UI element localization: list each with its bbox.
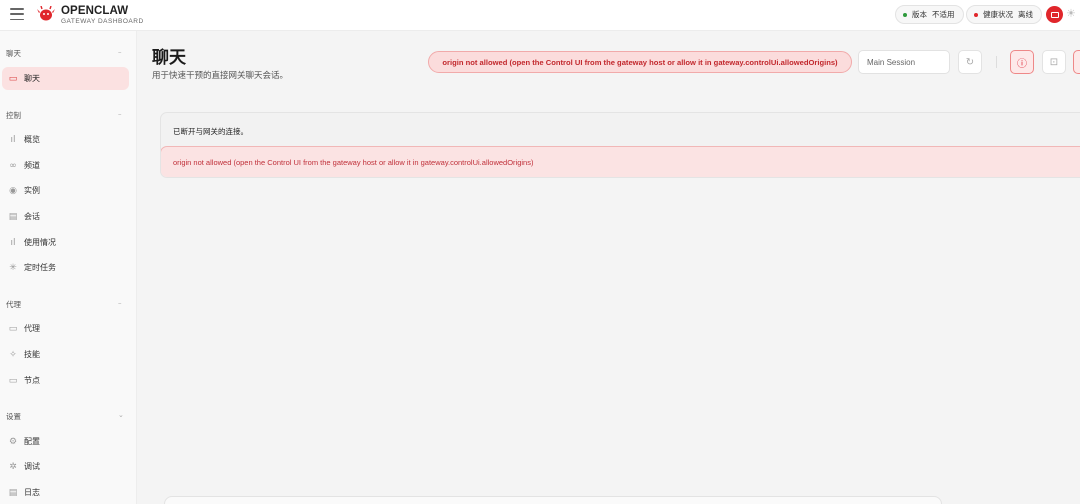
sidebar-item-nodes[interactable]: ▭ 节点 xyxy=(2,369,129,392)
sidebar-item-chat[interactable]: ▭ 聊天 xyxy=(2,67,129,90)
bar-chart-icon: ıl xyxy=(10,134,16,145)
status-dot-icon xyxy=(974,12,978,17)
version-status-pill: 版本 不适用 xyxy=(895,5,964,24)
sidebar-item-label: 节点 xyxy=(24,376,40,385)
sidebar-item-logs[interactable]: ▤ 日志 xyxy=(2,481,129,504)
collapse-chevron-icon[interactable]: – xyxy=(118,48,122,56)
sidebar-item-sessions[interactable]: ▤ 会话 xyxy=(2,205,129,228)
sidebar-item-overview[interactable]: ıl 概览 xyxy=(2,128,129,151)
focus-mode-icon[interactable]: ⊡ xyxy=(1042,50,1066,74)
collapse-chevron-icon[interactable]: – xyxy=(118,299,122,307)
folder-icon: ▭ xyxy=(8,323,18,334)
monitor-mode-icon[interactable] xyxy=(1046,6,1063,23)
monitor-icon: ▭ xyxy=(8,375,18,386)
sidebar-item-usage[interactable]: ıl 使用情况 xyxy=(2,231,129,254)
sidebar-item-label: 配置 xyxy=(24,437,40,446)
link-icon: ∞ xyxy=(9,160,17,171)
page-title: 聊天 xyxy=(152,48,186,68)
top-bar: OPENCLAW GATEWAY DASHBOARD 版本 不适用 健康状况 离… xyxy=(0,0,1080,31)
sparkle-icon: ✧ xyxy=(9,349,17,360)
sidebar-item-instances[interactable]: ◉ 实例 xyxy=(2,179,129,202)
status-dot-icon xyxy=(903,12,907,17)
connection-notice-card: 已断开与网关的连接。 origin not allowed (open the … xyxy=(160,112,1080,178)
sidebar-item-label: 调试 xyxy=(24,462,40,471)
sidebar-section-chat[interactable]: 聊天 xyxy=(6,48,21,59)
sidebar-item-config[interactable]: ⚙ 配置 xyxy=(2,430,129,453)
chat-bubble-icon: ▭ xyxy=(8,73,18,84)
health-status-pill: 健康状况 离线 xyxy=(966,5,1042,24)
loader-icon: ✳ xyxy=(9,262,17,273)
gear-icon: ⚙ xyxy=(8,436,18,447)
collapse-chevron-icon[interactable]: ⌄ xyxy=(118,411,124,419)
sidebar-section-settings[interactable]: 设置 xyxy=(6,411,21,422)
sidebar-section-control[interactable]: 控制 xyxy=(6,110,21,121)
version-value: 不适用 xyxy=(932,10,955,19)
brand-subtitle: GATEWAY DASHBOARD xyxy=(61,18,144,25)
brand: OPENCLAW GATEWAY DASHBOARD xyxy=(61,5,144,26)
sidebar-item-label: 代理 xyxy=(24,324,40,333)
page-subtitle: 用于快速干预的直接网关聊天会话。 xyxy=(152,71,289,81)
bug-icon: ✲ xyxy=(9,461,17,472)
origin-error-callout: origin not allowed (open the Control UI … xyxy=(161,146,1080,177)
message-composer[interactable] xyxy=(164,496,942,504)
sidebar-item-label: 聊天 xyxy=(24,74,40,83)
openclaw-logo-icon xyxy=(37,6,55,21)
broadcast-icon: ◉ xyxy=(9,185,17,196)
theme-sun-icon[interactable]: ☀ xyxy=(1066,7,1076,20)
sidebar-item-agents[interactable]: ▭ 代理 xyxy=(2,317,129,340)
sidebar-section-agents[interactable]: 代理 xyxy=(6,299,21,310)
toolbar-divider xyxy=(996,56,997,68)
sidebar-item-label: 会话 xyxy=(24,212,40,221)
menu-toggle-icon[interactable] xyxy=(10,8,24,20)
think-toggle-icon[interactable]: ⓘ xyxy=(1010,50,1034,74)
sidebar-item-label: 使用情况 xyxy=(24,238,56,247)
sidebar-item-label: 实例 xyxy=(24,186,40,195)
document-icon: ▤ xyxy=(8,211,18,222)
collapse-chevron-icon[interactable]: – xyxy=(118,110,122,118)
sidebar-item-cron[interactable]: ✳ 定时任务 xyxy=(2,256,129,279)
sidebar-item-label: 定时任务 xyxy=(24,263,56,272)
disconnected-notice: 已断开与网关的连接。 xyxy=(173,127,248,136)
sidebar-item-channels[interactable]: ∞ 频道 xyxy=(2,154,129,177)
health-value: 离线 xyxy=(1018,10,1033,19)
brand-name: OPENCLAW xyxy=(61,5,129,17)
sidebar-item-label: 日志 xyxy=(24,488,40,497)
sidebar: 聊天 – ▭ 聊天 控制 – ıl 概览 ∞ 频道 ◉ 实例 ▤ 会话 ıl 使… xyxy=(0,31,137,504)
health-label: 健康状况 xyxy=(983,10,1013,19)
version-label: 版本 xyxy=(912,10,927,19)
toolbar-red-button[interactable] xyxy=(1073,50,1080,74)
connection-error-pill: origin not allowed (open the Control UI … xyxy=(428,51,852,73)
session-select[interactable]: Main Session xyxy=(858,50,950,74)
sidebar-item-skills[interactable]: ✧ 技能 xyxy=(2,343,129,366)
sidebar-item-debug[interactable]: ✲ 调试 xyxy=(2,455,129,478)
sidebar-item-label: 频道 xyxy=(24,161,40,170)
refresh-icon[interactable]: ↻ xyxy=(958,50,982,74)
sidebar-item-label: 技能 xyxy=(24,350,40,359)
log-icon: ▤ xyxy=(8,487,18,498)
sidebar-item-label: 概览 xyxy=(24,135,40,144)
bar-chart-icon: ıl xyxy=(10,237,16,248)
